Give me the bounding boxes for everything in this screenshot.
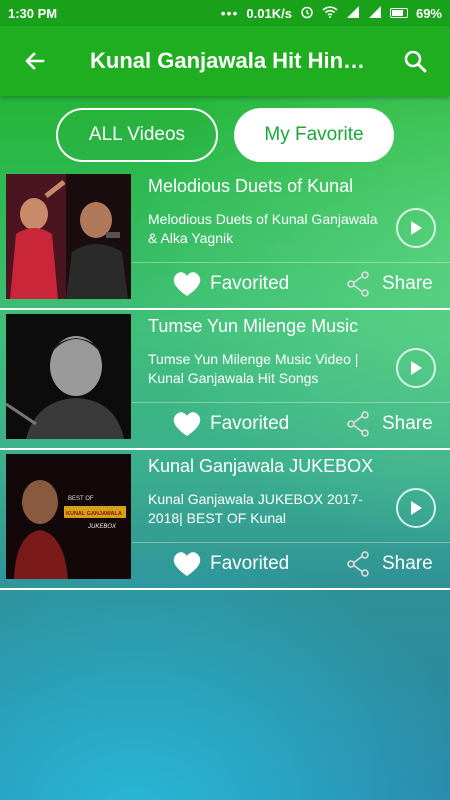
video-thumbnail[interactable] (6, 174, 131, 299)
video-title[interactable]: Tumse Yun Milenge Music (148, 316, 358, 337)
card-divider (132, 262, 450, 263)
heart-icon (173, 272, 201, 296)
favorite-button[interactable]: Favorited (172, 407, 289, 441)
battery-icon (389, 8, 408, 18)
share-icon (347, 551, 369, 577)
video-thumbnail[interactable] (6, 314, 131, 439)
video-thumbnail[interactable]: BEST OF KUNAL GANJAWALA JUKEBOX (6, 454, 131, 579)
video-description: Tumse Yun Milenge Music Video | Kunal Ga… (148, 351, 359, 386)
play-icon (411, 501, 422, 515)
alarm-icon (300, 5, 314, 22)
thumb-text-best-of: BEST OF (68, 496, 94, 502)
video-card[interactable]: BEST OF KUNAL GANJAWALA JUKEBOX Kunal Ga… (0, 450, 450, 590)
share-label: Share (382, 413, 433, 434)
tab-bar: ALL Videos My Favorite (56, 108, 394, 162)
tab-my-favorite[interactable]: My Favorite (234, 108, 394, 162)
play-icon (411, 221, 422, 235)
play-button[interactable] (396, 488, 436, 528)
thumb-text-jukebox: JUKEBOX (87, 524, 117, 530)
status-bar: 1:30 PM ••• 0.01K/s 69% (0, 0, 450, 26)
video-card[interactable]: Melodious Duets of Kunal Melodious Duets… (0, 170, 450, 310)
favorite-video-list: Melodious Duets of Kunal Melodious Duets… (0, 170, 450, 590)
video-description: Melodious Duets of Kunal Ganjawala & Alk… (148, 211, 378, 246)
share-label: Share (382, 553, 433, 574)
battery-percent: 69% (415, 5, 442, 21)
play-icon (411, 361, 422, 375)
play-button[interactable] (396, 208, 436, 248)
share-icon (347, 271, 369, 297)
page-title: Kunal Ganjawala Hit Hin… (90, 48, 366, 73)
search-icon (404, 50, 427, 73)
video-title[interactable]: Melodious Duets of Kunal (148, 176, 353, 197)
wifi-icon (322, 5, 338, 21)
tab-all-videos[interactable]: ALL Videos (56, 108, 218, 162)
search-button[interactable] (380, 26, 450, 96)
share-icon (347, 411, 369, 437)
notification-dots: ••• (220, 5, 239, 21)
share-button[interactable]: Share (346, 407, 433, 441)
heart-icon (173, 552, 201, 576)
video-card[interactable]: Tumse Yun Milenge Music Tumse Yun Mileng… (0, 310, 450, 450)
share-label: Share (382, 273, 433, 294)
network-speed: 0.01K/s (246, 5, 292, 21)
favorite-label: Favorited (210, 553, 290, 574)
favorite-button[interactable]: Favorited (172, 267, 289, 301)
card-divider (132, 402, 450, 403)
thumb-text-name: KUNAL GANJAWALA (66, 511, 122, 517)
share-button[interactable]: Share (346, 267, 433, 301)
cell-signal-icon (346, 5, 360, 21)
heart-icon (173, 412, 201, 436)
favorite-label: Favorited (210, 273, 290, 294)
back-button[interactable] (0, 26, 70, 96)
arrow-back-icon (25, 52, 45, 70)
share-button[interactable]: Share (346, 547, 433, 581)
video-title[interactable]: Kunal Ganjawala JUKEBOX (148, 456, 373, 477)
favorite-label: Favorited (210, 413, 290, 434)
video-description: Kunal Ganjawala JUKEBOX 2017-2018| BEST … (148, 491, 363, 526)
play-button[interactable] (396, 348, 436, 388)
card-divider (132, 542, 450, 543)
status-time: 1:30 PM (8, 5, 58, 21)
app-bar: Kunal Ganjawala Hit Hin… (0, 26, 450, 96)
favorite-button[interactable]: Favorited (172, 547, 289, 581)
cell-signal-icon-2 (368, 5, 382, 21)
